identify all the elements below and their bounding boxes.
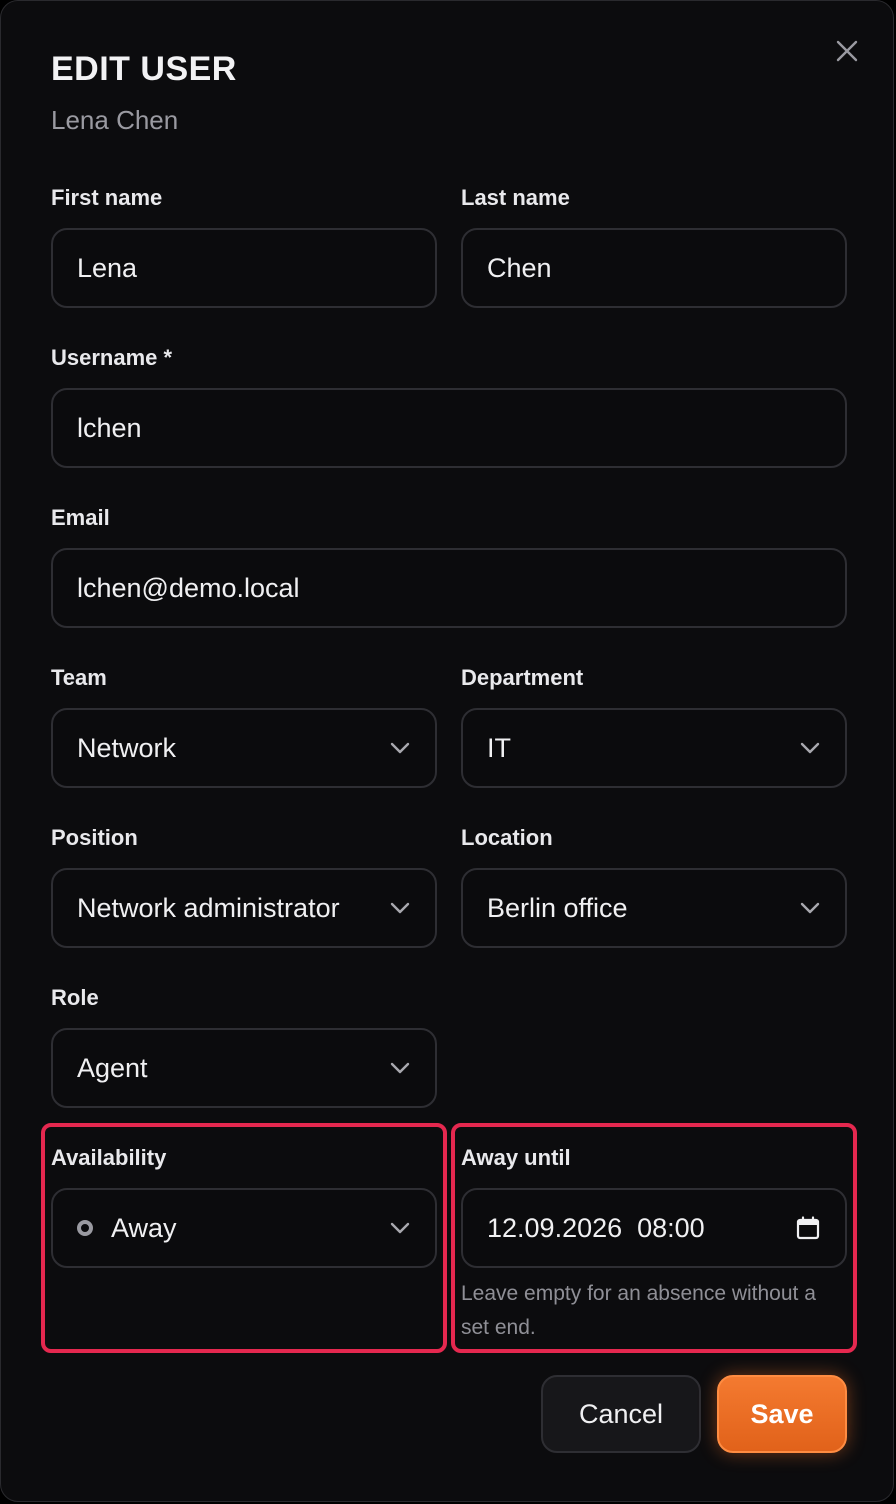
close-button[interactable] [827, 33, 867, 73]
username-input[interactable]: lchen [51, 388, 847, 468]
position-label: Position [51, 825, 138, 850]
away-until-hint: Leave empty for an absence without a set… [461, 1282, 816, 1339]
chevron-down-icon [799, 897, 821, 919]
location-value: Berlin office [487, 892, 628, 923]
team-label: Team [51, 665, 107, 690]
role-value: Agent [77, 1052, 148, 1083]
role-label: Role [51, 985, 99, 1010]
department-value: IT [487, 732, 511, 763]
first-name-input[interactable]: Lena [51, 228, 437, 308]
availability-select[interactable]: Away [51, 1188, 437, 1268]
chevron-down-icon [799, 737, 821, 759]
dialog-subtitle: Lena Chen [51, 105, 179, 135]
cancel-button[interactable]: Cancel [541, 1375, 701, 1453]
close-icon [836, 40, 858, 67]
department-select[interactable]: IT [461, 708, 847, 788]
chevron-down-icon [389, 737, 411, 759]
availability-label: Availability [51, 1145, 167, 1170]
first-name-label: First name [51, 185, 163, 210]
team-value: Network [77, 732, 177, 763]
location-label: Location [461, 825, 553, 850]
chevron-down-icon [389, 897, 411, 919]
save-button[interactable]: Save [717, 1375, 847, 1453]
email-input[interactable]: lchen@demo.local [51, 548, 847, 628]
username-value: lchen [77, 412, 142, 443]
first-name-value: Lena [77, 252, 138, 283]
position-value: Network administrator [77, 892, 340, 923]
position-select[interactable]: Network administrator [51, 868, 437, 948]
email-value: lchen@demo.local [77, 572, 300, 603]
last-name-input[interactable]: Chen [461, 228, 847, 308]
last-name-label: Last name [461, 185, 570, 210]
away-until-value: 12.09.2026 08:00 [487, 1212, 705, 1243]
department-label: Department [461, 665, 584, 690]
dialog-title: EDIT USER [51, 50, 237, 88]
location-select[interactable]: Berlin office [461, 868, 847, 948]
chevron-down-icon [389, 1217, 411, 1239]
edit-user-dialog: EDIT USER Lena Chen First name Lena Last… [0, 0, 894, 1502]
chevron-down-icon [389, 1057, 411, 1079]
calendar-icon[interactable] [795, 1215, 821, 1241]
role-select[interactable]: Agent [51, 1028, 437, 1108]
last-name-value: Chen [487, 252, 552, 283]
email-label: Email [51, 505, 110, 530]
availability-value: Away [111, 1212, 177, 1243]
team-select[interactable]: Network [51, 708, 437, 788]
away-until-datetime-input[interactable]: 12.09.2026 08:00 [461, 1188, 847, 1268]
status-circle-icon [77, 1220, 93, 1236]
username-label: Username * [51, 345, 173, 370]
away-until-label: Away until [461, 1145, 571, 1170]
